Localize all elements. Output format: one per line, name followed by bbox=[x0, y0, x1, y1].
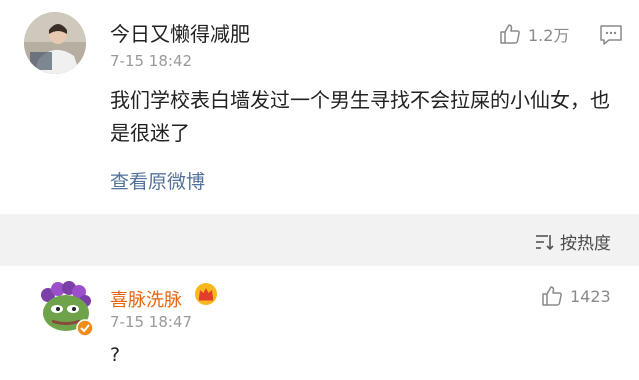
like-count: 1.2万 bbox=[528, 26, 570, 45]
username[interactable]: 今日又懒得减肥 bbox=[110, 18, 250, 47]
reply-user-avatar[interactable] bbox=[36, 279, 94, 337]
vip-crown[interactable] bbox=[194, 282, 218, 310]
verified-badge-icon bbox=[76, 319, 94, 337]
sort-label: 按热度 bbox=[560, 234, 611, 254]
reply-text: ? bbox=[110, 344, 121, 366]
thumbs-up-icon bbox=[500, 24, 520, 44]
comment-button[interactable] bbox=[599, 24, 623, 50]
thumbs-up-icon bbox=[542, 286, 562, 306]
like-button[interactable]: 1.2万 bbox=[498, 22, 569, 46]
reply-username[interactable]: 喜脉洗脉 bbox=[110, 286, 182, 312]
crown-icon bbox=[195, 283, 217, 305]
sort-icon bbox=[536, 234, 554, 250]
reply-timestamp: 7-15 18:47 bbox=[110, 313, 193, 331]
comment-text: 我们学校表白墙发过一个男生寻找不会拉屎的小仙女，也是很迷了 bbox=[110, 88, 610, 145]
original-comment: 今日又懒得减肥 7-15 18:42 1.2万 我们学校表白墙发过一个男生寻找不… bbox=[0, 0, 639, 214]
reply-like-count: 1423 bbox=[570, 286, 611, 306]
user-avatar[interactable] bbox=[24, 12, 86, 74]
reply-like-button[interactable]: 1423 bbox=[540, 284, 611, 308]
sort-by-heat-button[interactable]: 按热度 bbox=[534, 229, 611, 254]
comment-icon bbox=[600, 25, 622, 45]
avatar-image bbox=[24, 12, 86, 74]
view-original-link[interactable]: 查看原微博 bbox=[110, 167, 205, 194]
timestamp: 7-15 18:42 bbox=[110, 52, 193, 70]
